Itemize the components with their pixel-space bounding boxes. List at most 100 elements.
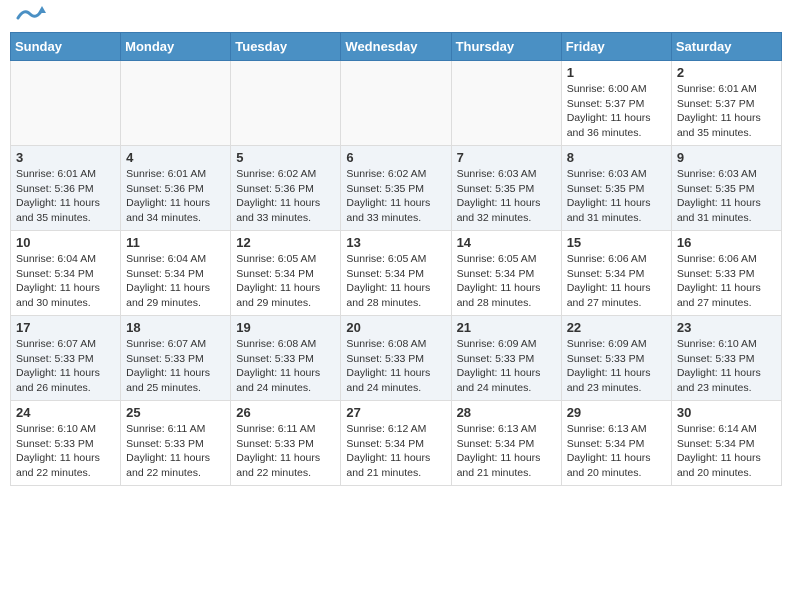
calendar-day-cell <box>341 61 451 146</box>
day-info: Sunrise: 6:13 AM Sunset: 5:34 PM Dayligh… <box>457 422 556 481</box>
day-number: 16 <box>677 235 776 250</box>
calendar-day-cell: 22 Sunrise: 6:09 AM Sunset: 5:33 PM Dayli… <box>561 316 671 401</box>
day-info: Sunrise: 6:00 AM Sunset: 5:37 PM Dayligh… <box>567 82 666 141</box>
day-info: Sunrise: 6:07 AM Sunset: 5:33 PM Dayligh… <box>126 337 225 396</box>
calendar-day-cell: 17 Sunrise: 6:07 AM Sunset: 5:33 PM Dayli… <box>11 316 121 401</box>
day-info: Sunrise: 6:03 AM Sunset: 5:35 PM Dayligh… <box>677 167 776 226</box>
day-number: 25 <box>126 405 225 420</box>
day-number: 23 <box>677 320 776 335</box>
calendar-day-cell: 1Sunrise: 6:00 AM Sunset: 5:37 PM Daylig… <box>561 61 671 146</box>
calendar-day-cell: 9Sunrise: 6:03 AM Sunset: 5:35 PM Daylig… <box>671 146 781 231</box>
day-number: 6 <box>346 150 445 165</box>
day-info: Sunrise: 6:05 AM Sunset: 5:34 PM Dayligh… <box>346 252 445 311</box>
day-info: Sunrise: 6:01 AM Sunset: 5:36 PM Dayligh… <box>126 167 225 226</box>
calendar-day-cell: 18 Sunrise: 6:07 AM Sunset: 5:33 PM Dayli… <box>121 316 231 401</box>
day-info: Sunrise: 6:03 AM Sunset: 5:35 PM Dayligh… <box>457 167 556 226</box>
day-of-week-header: Thursday <box>451 33 561 61</box>
day-number: 11 <box>126 235 225 250</box>
calendar-day-cell: 3Sunrise: 6:01 AM Sunset: 5:36 PM Daylig… <box>11 146 121 231</box>
day-number: 2 <box>677 65 776 80</box>
day-number: 20 <box>346 320 445 335</box>
calendar-week-row: 24 Sunrise: 6:10 AM Sunset: 5:33 PM Dayli… <box>11 401 782 486</box>
calendar-day-cell <box>11 61 121 146</box>
calendar-day-cell: 13 Sunrise: 6:05 AM Sunset: 5:34 PM Dayli… <box>341 231 451 316</box>
calendar-day-cell <box>121 61 231 146</box>
day-number: 22 <box>567 320 666 335</box>
calendar-day-cell: 14 Sunrise: 6:05 AM Sunset: 5:34 PM Dayli… <box>451 231 561 316</box>
day-info: Sunrise: 6:11 AM Sunset: 5:33 PM Dayligh… <box>126 422 225 481</box>
day-number: 27 <box>346 405 445 420</box>
day-number: 18 <box>126 320 225 335</box>
day-number: 28 <box>457 405 556 420</box>
calendar-day-cell <box>451 61 561 146</box>
day-of-week-header: Friday <box>561 33 671 61</box>
day-number: 7 <box>457 150 556 165</box>
day-number: 5 <box>236 150 335 165</box>
calendar-day-cell: 19 Sunrise: 6:08 AM Sunset: 5:33 PM Dayli… <box>231 316 341 401</box>
logo <box>14 10 46 24</box>
day-info: Sunrise: 6:09 AM Sunset: 5:33 PM Dayligh… <box>567 337 666 396</box>
day-info: Sunrise: 6:09 AM Sunset: 5:33 PM Dayligh… <box>457 337 556 396</box>
day-number: 29 <box>567 405 666 420</box>
calendar-day-cell: 4 Sunrise: 6:01 AM Sunset: 5:36 PM Daylig… <box>121 146 231 231</box>
calendar-day-cell: 20 Sunrise: 6:08 AM Sunset: 5:33 PM Dayli… <box>341 316 451 401</box>
calendar-header-row: SundayMondayTuesdayWednesdayThursdayFrid… <box>11 33 782 61</box>
day-number: 19 <box>236 320 335 335</box>
day-of-week-header: Wednesday <box>341 33 451 61</box>
day-number: 24 <box>16 405 115 420</box>
day-number: 4 <box>126 150 225 165</box>
day-info: Sunrise: 6:04 AM Sunset: 5:34 PM Dayligh… <box>16 252 115 311</box>
day-info: Sunrise: 6:05 AM Sunset: 5:34 PM Dayligh… <box>236 252 335 311</box>
day-info: Sunrise: 6:08 AM Sunset: 5:33 PM Dayligh… <box>346 337 445 396</box>
day-info: Sunrise: 6:01 AM Sunset: 5:37 PM Dayligh… <box>677 82 776 141</box>
day-info: Sunrise: 6:03 AM Sunset: 5:35 PM Dayligh… <box>567 167 666 226</box>
day-number: 12 <box>236 235 335 250</box>
calendar-week-row: 3 Sunrise: 6:01 AM Sunset: 5:36 PM Daylig… <box>11 146 782 231</box>
calendar-table: SundayMondayTuesdayWednesdayThursdayFrid… <box>10 32 782 486</box>
calendar-day-cell: 29 Sunrise: 6:13 AM Sunset: 5:34 PM Dayli… <box>561 401 671 486</box>
calendar-day-cell: 28 Sunrise: 6:13 AM Sunset: 5:34 PM Dayli… <box>451 401 561 486</box>
calendar-day-cell: 10Sunrise: 6:04 AM Sunset: 5:34 PM Dayli… <box>11 231 121 316</box>
day-number: 8 <box>567 150 666 165</box>
day-number: 17 <box>16 320 115 335</box>
calendar-day-cell: 6Sunrise: 6:02 AM Sunset: 5:35 PM Daylig… <box>341 146 451 231</box>
day-info: Sunrise: 6:11 AM Sunset: 5:33 PM Dayligh… <box>236 422 335 481</box>
calendar-day-cell: 5 Sunrise: 6:02 AM Sunset: 5:36 PM Daylig… <box>231 146 341 231</box>
logo-wave-icon <box>16 4 46 24</box>
calendar-day-cell: 27 Sunrise: 6:12 AM Sunset: 5:34 PM Dayli… <box>341 401 451 486</box>
calendar-day-cell: 12 Sunrise: 6:05 AM Sunset: 5:34 PM Dayli… <box>231 231 341 316</box>
day-info: Sunrise: 6:07 AM Sunset: 5:33 PM Dayligh… <box>16 337 115 396</box>
day-info: Sunrise: 6:13 AM Sunset: 5:34 PM Dayligh… <box>567 422 666 481</box>
calendar-day-cell: 26 Sunrise: 6:11 AM Sunset: 5:33 PM Dayli… <box>231 401 341 486</box>
day-info: Sunrise: 6:06 AM Sunset: 5:34 PM Dayligh… <box>567 252 666 311</box>
day-number: 14 <box>457 235 556 250</box>
day-info: Sunrise: 6:06 AM Sunset: 5:33 PM Dayligh… <box>677 252 776 311</box>
calendar-day-cell <box>231 61 341 146</box>
day-info: Sunrise: 6:12 AM Sunset: 5:34 PM Dayligh… <box>346 422 445 481</box>
calendar-week-row: 17 Sunrise: 6:07 AM Sunset: 5:33 PM Dayli… <box>11 316 782 401</box>
day-info: Sunrise: 6:02 AM Sunset: 5:36 PM Dayligh… <box>236 167 335 226</box>
day-number: 26 <box>236 405 335 420</box>
calendar-day-cell: 23Sunrise: 6:10 AM Sunset: 5:33 PM Dayli… <box>671 316 781 401</box>
day-of-week-header: Saturday <box>671 33 781 61</box>
calendar-day-cell: 7 Sunrise: 6:03 AM Sunset: 5:35 PM Daylig… <box>451 146 561 231</box>
day-number: 13 <box>346 235 445 250</box>
calendar-day-cell: 2 Sunrise: 6:01 AM Sunset: 5:37 PM Daylig… <box>671 61 781 146</box>
calendar-day-cell: 8 Sunrise: 6:03 AM Sunset: 5:35 PM Daylig… <box>561 146 671 231</box>
day-info: Sunrise: 6:10 AM Sunset: 5:33 PM Dayligh… <box>16 422 115 481</box>
calendar-day-cell: 15 Sunrise: 6:06 AM Sunset: 5:34 PM Dayli… <box>561 231 671 316</box>
calendar-week-row: 10Sunrise: 6:04 AM Sunset: 5:34 PM Dayli… <box>11 231 782 316</box>
calendar-day-cell: 11 Sunrise: 6:04 AM Sunset: 5:34 PM Dayli… <box>121 231 231 316</box>
day-of-week-header: Monday <box>121 33 231 61</box>
day-number: 15 <box>567 235 666 250</box>
day-info: Sunrise: 6:05 AM Sunset: 5:34 PM Dayligh… <box>457 252 556 311</box>
day-info: Sunrise: 6:08 AM Sunset: 5:33 PM Dayligh… <box>236 337 335 396</box>
calendar-day-cell: 30Sunrise: 6:14 AM Sunset: 5:34 PM Dayli… <box>671 401 781 486</box>
day-info: Sunrise: 6:14 AM Sunset: 5:34 PM Dayligh… <box>677 422 776 481</box>
calendar-day-cell: 21Sunrise: 6:09 AM Sunset: 5:33 PM Dayli… <box>451 316 561 401</box>
day-info: Sunrise: 6:04 AM Sunset: 5:34 PM Dayligh… <box>126 252 225 311</box>
day-number: 3 <box>16 150 115 165</box>
calendar-week-row: 1Sunrise: 6:00 AM Sunset: 5:37 PM Daylig… <box>11 61 782 146</box>
calendar-day-cell: 25 Sunrise: 6:11 AM Sunset: 5:33 PM Dayli… <box>121 401 231 486</box>
calendar-day-cell: 16 Sunrise: 6:06 AM Sunset: 5:33 PM Dayli… <box>671 231 781 316</box>
